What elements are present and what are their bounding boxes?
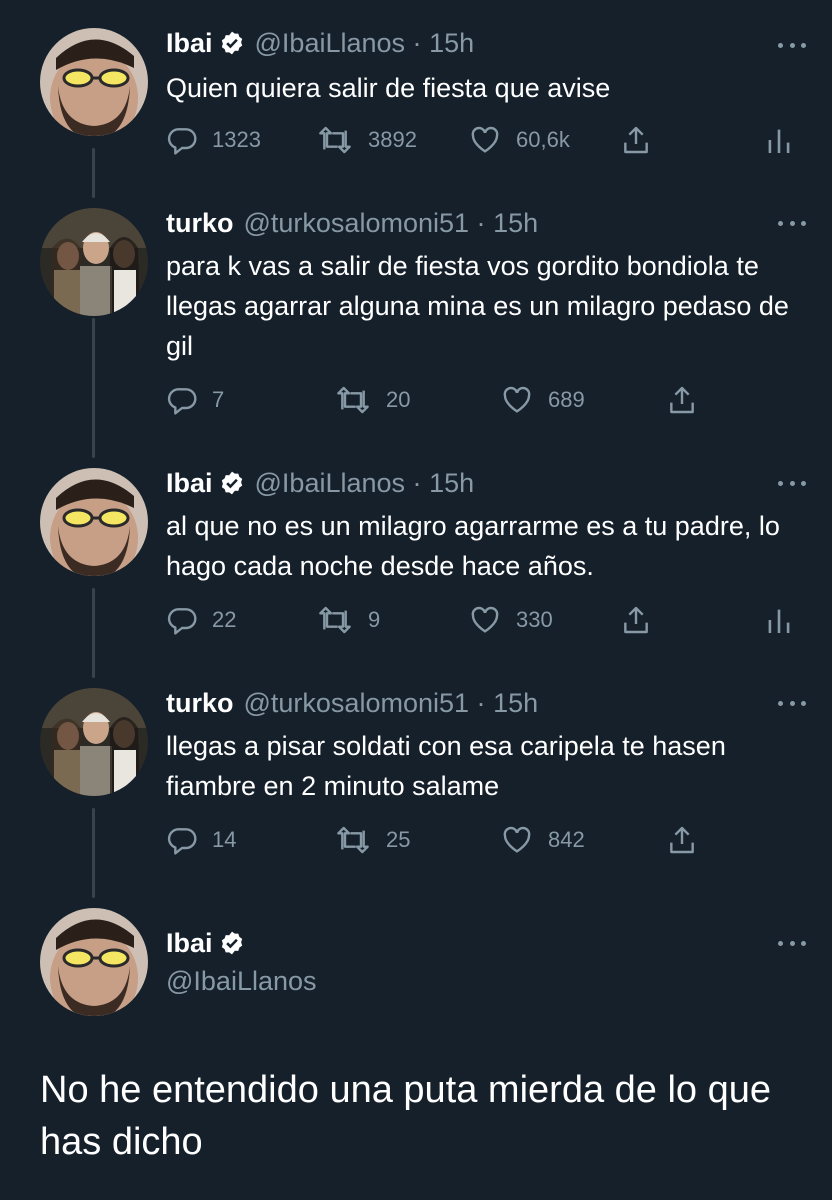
author-name[interactable]: Ibai <box>166 468 213 498</box>
like-button[interactable]: 60,6k <box>468 122 570 158</box>
retweet-button[interactable]: 3892 <box>316 122 417 158</box>
author-name[interactable]: turko <box>166 208 234 238</box>
avatar-ibai[interactable] <box>40 908 148 1016</box>
retweet-icon <box>337 826 369 854</box>
retweet-button[interactable]: 9 <box>316 602 380 638</box>
like-button[interactable]: 689 <box>500 382 585 418</box>
reply-icon <box>167 128 197 155</box>
reply-icon <box>167 388 197 415</box>
more-options-icon[interactable] <box>778 698 806 708</box>
tweet-actions: 1323 3892 60,6k <box>166 122 806 158</box>
author-name[interactable]: turko <box>166 688 234 718</box>
tweet-text: llegas a pisar soldati con esa caripela … <box>166 731 726 801</box>
reply-button[interactable]: 22 <box>166 602 236 638</box>
like-count: 60,6k <box>516 127 570 152</box>
tweet-actions: 7 20 689 <box>166 382 806 418</box>
verified-badge-icon <box>219 470 245 504</box>
retweet-count: 3892 <box>368 127 417 152</box>
reply-count: 22 <box>212 607 237 632</box>
like-button[interactable]: 330 <box>468 602 553 638</box>
retweet-count: 25 <box>386 827 411 852</box>
timestamp[interactable]: 15h <box>493 688 538 718</box>
like-count: 330 <box>516 607 553 632</box>
tweet-text: al que no es un milagro agarrarme es a t… <box>166 511 780 581</box>
tweet-text: Quien quiera salir de fiesta que avise <box>166 73 611 103</box>
reply-count: 1323 <box>212 127 261 152</box>
reply-button[interactable]: 1323 <box>166 122 261 158</box>
retweet-button[interactable]: 25 <box>334 822 410 858</box>
author-handle[interactable]: @IbaiLlanos <box>255 28 406 58</box>
avatar-ibai[interactable] <box>40 28 148 136</box>
heart-icon <box>471 606 499 633</box>
author-handle[interactable]: @turkosalomoni51 <box>244 208 470 238</box>
timestamp[interactable]: 15h <box>493 208 538 238</box>
separator-dot: · <box>412 468 422 498</box>
heart-icon <box>503 826 531 853</box>
more-options-icon[interactable] <box>778 218 806 228</box>
timestamp[interactable]: 15h <box>429 468 474 498</box>
separator-dot: · <box>476 688 486 718</box>
retweet-icon <box>337 386 369 414</box>
verified-badge-icon <box>219 930 245 964</box>
heart-icon <box>471 126 499 153</box>
heart-icon <box>503 386 531 413</box>
tweet-actions: 14 25 842 <box>166 822 806 858</box>
like-count: 842 <box>548 827 585 852</box>
analytics-icon <box>768 129 790 153</box>
share-icon <box>624 606 648 634</box>
verified-badge-icon <box>219 30 245 64</box>
retweet-button[interactable]: 20 <box>334 382 410 418</box>
analytics-button[interactable] <box>766 122 806 158</box>
avatar-ibai[interactable] <box>40 468 148 576</box>
reply-count: 14 <box>212 827 237 852</box>
more-options-icon[interactable] <box>778 938 806 948</box>
retweet-count: 20 <box>386 387 411 412</box>
share-button[interactable] <box>666 382 712 418</box>
analytics-button[interactable] <box>766 602 806 638</box>
author-name[interactable]: Ibai <box>166 28 213 58</box>
thread-line <box>92 148 95 198</box>
timestamp[interactable]: 15h <box>429 28 474 58</box>
avatar-turko[interactable] <box>40 688 148 796</box>
author-name[interactable]: Ibai <box>166 928 213 958</box>
author-handle[interactable]: @IbaiLlanos <box>166 966 317 997</box>
author-handle[interactable]: @turkosalomoni51 <box>244 688 470 718</box>
thread-line <box>92 808 95 898</box>
reply-icon <box>167 608 197 635</box>
reply-button[interactable]: 7 <box>166 382 224 418</box>
like-count: 689 <box>548 387 585 412</box>
share-icon <box>624 126 648 154</box>
retweet-count: 9 <box>368 607 381 632</box>
reply-button[interactable]: 14 <box>166 822 236 858</box>
reply-count: 7 <box>212 387 225 412</box>
like-button[interactable]: 842 <box>500 822 585 858</box>
thread-line <box>92 588 95 678</box>
separator-dot: · <box>476 208 486 238</box>
tweet-text: No he entendido una puta mierda de lo qu… <box>40 1069 771 1163</box>
retweet-icon <box>319 126 351 154</box>
tweet-actions: 22 9 330 <box>166 602 806 638</box>
analytics-icon <box>768 609 790 633</box>
separator-dot: · <box>412 28 422 58</box>
more-options-icon[interactable] <box>778 478 806 488</box>
more-options-icon[interactable] <box>778 40 806 50</box>
share-button[interactable] <box>666 822 712 858</box>
avatar-turko[interactable] <box>40 208 148 316</box>
tweet-text: para k vas a salir de fiesta vos gordito… <box>166 251 789 361</box>
share-button[interactable] <box>620 122 666 158</box>
thread-line <box>92 318 95 458</box>
share-icon <box>670 826 694 854</box>
reply-icon <box>167 828 197 855</box>
retweet-icon <box>319 606 351 634</box>
author-handle[interactable]: @IbaiLlanos <box>255 468 406 498</box>
share-button[interactable] <box>620 602 666 638</box>
share-icon <box>670 386 694 414</box>
